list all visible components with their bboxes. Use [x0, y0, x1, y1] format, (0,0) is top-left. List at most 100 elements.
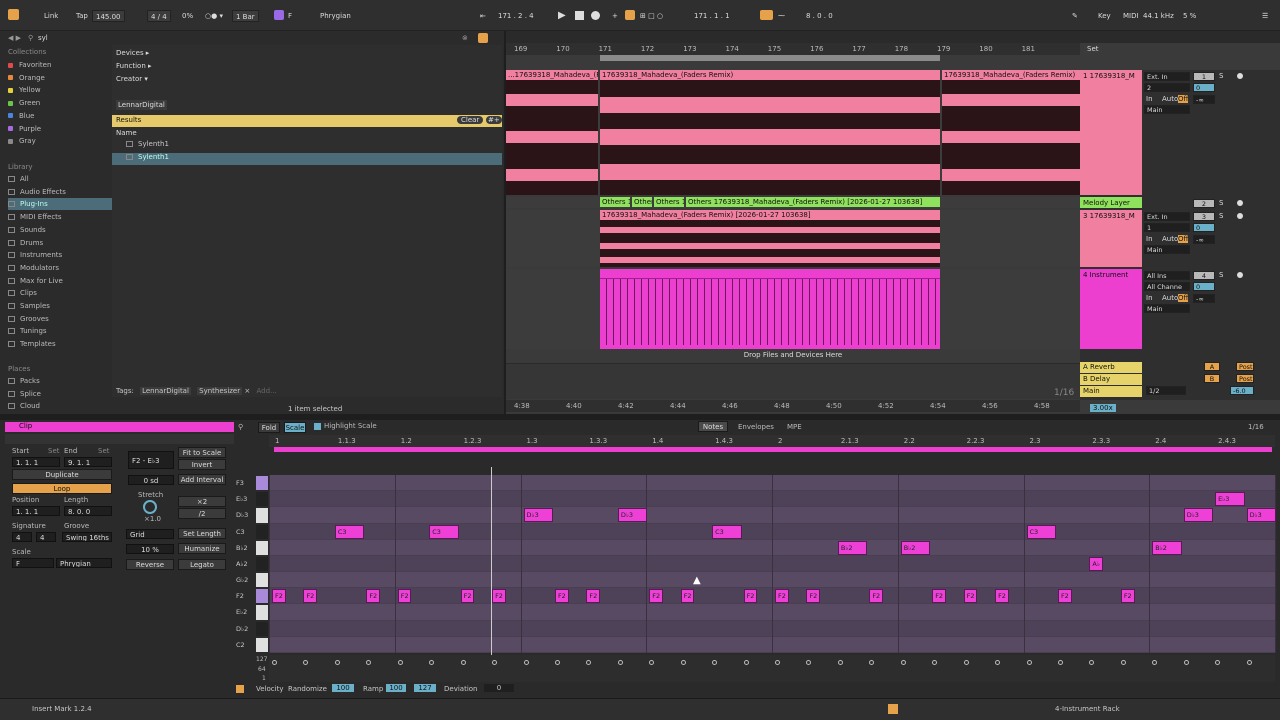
sidebar-item-library[interactable]: Tunings [8, 325, 112, 337]
fold-button[interactable]: Fold [258, 422, 280, 433]
monitor-off-button[interactable]: Off [1178, 294, 1189, 302]
quantize-select[interactable]: 1 Bar [232, 10, 259, 22]
midi-note[interactable]: F2 [366, 589, 381, 604]
key-root-select[interactable]: F [288, 10, 292, 22]
midi-note[interactable]: F2 [303, 589, 318, 604]
track-number-button[interactable]: 3 [1193, 212, 1215, 221]
velocity-icon[interactable] [236, 685, 244, 693]
monitor-off-button[interactable]: Off [1178, 95, 1189, 103]
set-end-button[interactable]: Set [98, 447, 110, 455]
arm-icon[interactable] [1237, 213, 1243, 219]
beat-ruler[interactable]: 169 170 171 172 173 174 175 176 177 178 179 180 181 [506, 43, 1080, 55]
velocity-marker[interactable] [334, 660, 340, 665]
midi-note[interactable]: F2 [272, 589, 286, 604]
velocity-marker[interactable] [837, 660, 843, 665]
randomize-field[interactable]: 100 [332, 684, 354, 692]
sidebar-item-collection[interactable]: Yellow [8, 84, 41, 96]
midi-note[interactable]: D♭3 [523, 508, 553, 523]
velocity-marker[interactable] [366, 660, 372, 665]
track-header[interactable]: 4 Instrument [1080, 269, 1142, 349]
sidebar-item-library[interactable]: All [8, 173, 112, 185]
midi-note[interactable]: F2 [460, 589, 475, 604]
loop-button[interactable]: Loop [12, 483, 112, 494]
track-number-button[interactable]: 1 [1193, 72, 1215, 81]
velocity-marker[interactable] [743, 660, 749, 665]
piano-key[interactable] [256, 492, 268, 507]
overdub-icon[interactable]: + [612, 10, 618, 22]
piano-key[interactable] [256, 524, 268, 539]
browser-options-icon[interactable] [478, 33, 488, 43]
audio-clip[interactable]: ...17639318_Mahadeva_(Fa [506, 70, 598, 195]
main-track-header[interactable]: Main [1080, 386, 1142, 397]
track-header[interactable]: 1 17639318_M [1080, 70, 1142, 195]
sidebar-item-library[interactable]: MIDI Effects [8, 211, 112, 223]
sidebar-item-library[interactable]: Sounds [8, 224, 112, 236]
velocity-marker[interactable] [492, 660, 498, 665]
filter-category[interactable]: Function ▸ [116, 62, 152, 70]
link-button[interactable]: Link [44, 10, 58, 22]
midi-note[interactable]: F2 [680, 589, 695, 604]
sidebar-item-collection[interactable]: Gray [8, 135, 36, 147]
main-cue-select[interactable]: 1/2 [1146, 386, 1186, 395]
velocity-marker[interactable] [303, 660, 309, 665]
name-column-header[interactable]: Name [116, 129, 137, 137]
input-channel-select[interactable]: 2 [1144, 83, 1190, 92]
clip-melody[interactable]: Others 17639318_Mahadeva_(Faders Remix) … [686, 197, 940, 207]
track-lane-3[interactable]: 17639318_Mahadeva_(Faders Remix) [2026-0… [506, 210, 1080, 267]
tap-button[interactable]: Tap [76, 10, 88, 22]
time-ruler[interactable]: 4:38 4:40 4:42 4:44 4:46 4:48 4:50 4:52 4:54 4:56… [506, 400, 1080, 412]
midi-note[interactable]: B♭2 [1152, 540, 1182, 555]
monitor-in-button[interactable]: In [1146, 95, 1153, 103]
record-icon[interactable] [591, 11, 600, 20]
solo-icon[interactable]: S [1219, 72, 1223, 80]
input-type-select[interactable]: Ext. In [1144, 212, 1190, 221]
clip-others[interactable]: Others 1 [600, 197, 630, 207]
clear-button[interactable]: Clear [457, 116, 484, 124]
midi-note[interactable]: C3 [1026, 524, 1056, 539]
midi-note[interactable]: F2 [743, 589, 758, 604]
track-lane-1[interactable]: ...17639318_Mahadeva_(Fa 17639318_Mahade… [506, 70, 1080, 195]
set-length-button[interactable]: Set Length [178, 528, 226, 539]
sends-field[interactable]: -∞ [1193, 235, 1215, 244]
midi-note[interactable]: F2 [649, 589, 663, 604]
sidebar-item-library[interactable]: Samples [8, 300, 112, 312]
clip-other[interactable]: Other [632, 197, 652, 207]
velocity-marker[interactable] [680, 660, 686, 665]
ramp-end-field[interactable]: 127 [414, 684, 436, 692]
velocity-marker[interactable] [1089, 660, 1095, 665]
humanize-amount[interactable]: 10 % [126, 544, 174, 554]
signature-field[interactable]: 4 / 4 [147, 10, 171, 22]
clip-others-2[interactable]: Others 1 [654, 197, 684, 207]
scale-button[interactable]: Scale [284, 422, 306, 433]
velocity-marker[interactable] [932, 660, 938, 665]
velocity-marker[interactable] [429, 660, 435, 665]
sidebar-item-library[interactable]: Clips [8, 287, 112, 299]
arm-icon[interactable] [1237, 73, 1243, 79]
zoom-icon[interactable]: ⚲ [238, 423, 243, 431]
midi-note[interactable]: F2 [586, 589, 601, 604]
transpose-field[interactable]: 0 sd [128, 475, 174, 485]
velocity-marker[interactable] [554, 660, 560, 665]
sidebar-item-place[interactable]: Splice [8, 388, 41, 400]
velocity-marker[interactable] [995, 660, 1001, 665]
result-row-selected[interactable]: Sylenth1 [112, 153, 502, 165]
tempo-multiplier[interactable]: 3.00x [1090, 404, 1116, 412]
piano-key[interactable] [256, 589, 268, 604]
velocity-marker[interactable] [712, 660, 718, 665]
midi-note[interactable]: B♭2 [837, 540, 868, 555]
loop-brace[interactable] [600, 55, 940, 61]
midi-note[interactable]: F2 [1057, 589, 1072, 604]
add-interval-button[interactable]: Add Interval [178, 474, 226, 485]
sidebar-item-library[interactable]: Plug-Ins [8, 198, 112, 211]
double-button[interactable]: ×2 [178, 496, 226, 507]
capture-icon[interactable]: ⊞ □ ○ [640, 10, 663, 22]
velocity-marker[interactable] [1246, 660, 1252, 665]
filter-category[interactable]: Devices ▸ [116, 49, 149, 57]
track-header[interactable]: 3 17639318_M [1080, 210, 1142, 267]
midi-clip[interactable] [600, 269, 940, 349]
input-channel-select[interactable]: All Channe [1144, 282, 1190, 291]
arm-icon[interactable] [1237, 200, 1243, 206]
solo-icon[interactable]: S [1219, 199, 1223, 207]
sidebar-item-library[interactable]: Max for Live [8, 275, 112, 287]
volume-field[interactable]: 0 [1193, 83, 1215, 92]
